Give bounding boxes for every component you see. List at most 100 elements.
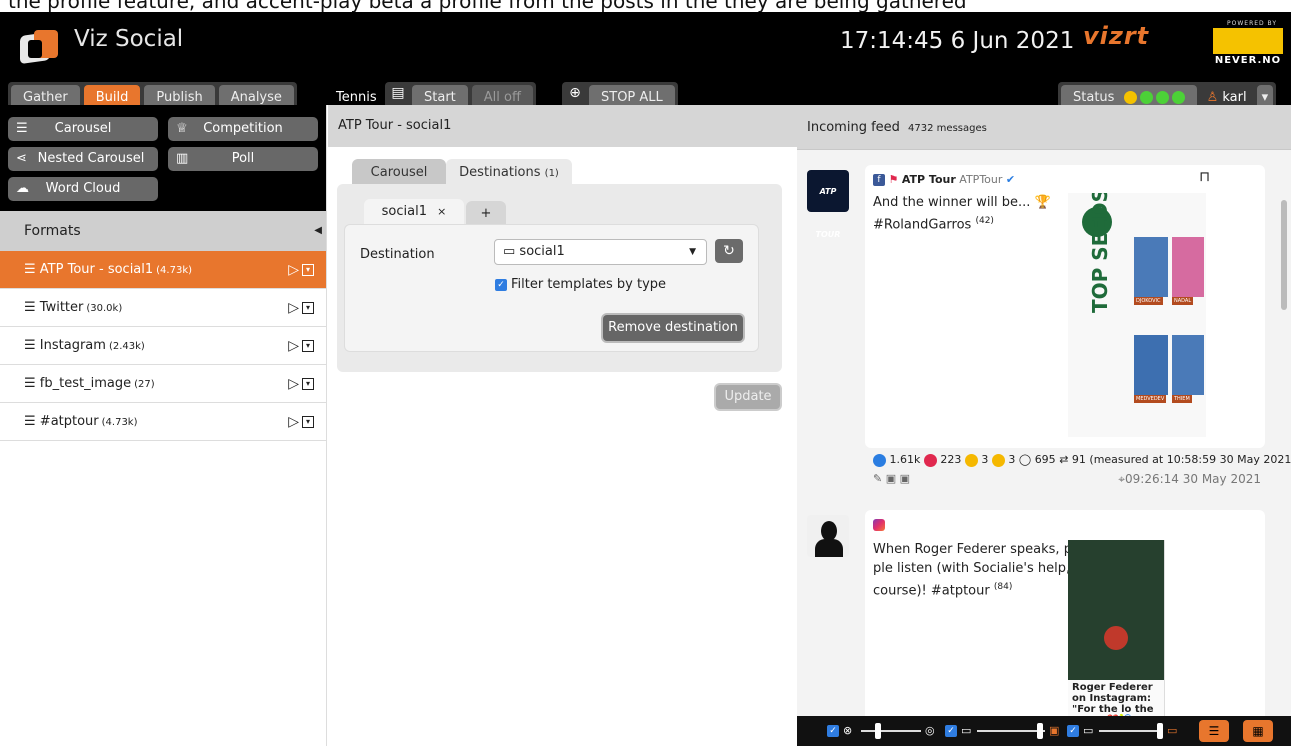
format-item[interactable]: ☰ Instagram (2.43k) ▷ ▾	[0, 327, 326, 365]
image-icon[interactable]: ▣	[886, 472, 896, 485]
update-button[interactable]: Update	[716, 385, 780, 409]
checkbox-checked-icon[interactable]: ✓	[495, 278, 507, 291]
plus-icon: +	[480, 206, 492, 221]
tab-destinations[interactable]: Destinations (1)	[446, 159, 572, 187]
post-score: (42)	[975, 216, 994, 226]
play-icon[interactable]: ▷	[288, 300, 299, 316]
card-view-button[interactable]: ▦	[1243, 720, 1273, 742]
like-icon	[873, 453, 886, 467]
status-dot-green-icon	[1139, 91, 1153, 104]
format-item[interactable]: ☰ Twitter (30.0k) ▷ ▾	[0, 289, 326, 327]
video-size-slider[interactable]	[1099, 730, 1161, 732]
player-name: NADAL	[1172, 297, 1194, 305]
slider-handle[interactable]	[875, 723, 881, 739]
player-photo	[1134, 237, 1168, 297]
refresh-button[interactable]: ↻	[715, 239, 743, 263]
type-word-cloud-button[interactable]: ☁ Word Cloud	[8, 177, 158, 201]
post-time: ⌖09:26:14 30 May 2021	[1118, 472, 1261, 487]
tennis-court-photo	[1068, 540, 1164, 680]
remove-destination-button[interactable]: Remove destination	[603, 315, 743, 341]
refresh-icon: ↻	[723, 243, 735, 259]
type-poll-label: Poll	[231, 151, 255, 166]
type-carousel-button[interactable]: ☰ Carousel	[8, 117, 158, 141]
format-count: (2.43k)	[108, 341, 145, 352]
close-icon[interactable]: ×	[437, 205, 446, 218]
video-large-icon: ▭	[1167, 724, 1178, 737]
post-score: (84)	[993, 582, 1013, 592]
post-image[interactable]: TOP SEEDS DJOKOVIC NADAL MEDVEDEV THIEM	[1068, 193, 1206, 437]
play-icon[interactable]: ▷	[288, 262, 299, 278]
bookmark-icon[interactable]: ⊓	[1199, 169, 1210, 185]
dropdown-icon[interactable]: ▾	[302, 416, 314, 428]
app-header: Viz Social 17:14:45 6 Jun 2021 vizrt POW…	[0, 12, 1291, 114]
chevron-down-icon: ▼	[689, 247, 696, 257]
avatar-size-slider[interactable]	[861, 730, 921, 732]
toggle-images-checkbox[interactable]: ✓ ▭	[945, 724, 971, 737]
edit-icon[interactable]: ✎	[873, 472, 882, 485]
format-name: Twitter	[39, 300, 84, 315]
feed-post[interactable]: When Roger Federer speaks, peo- ple list…	[865, 510, 1265, 716]
toggle-video-checkbox[interactable]: ✓ ▭	[1067, 724, 1093, 737]
type-nested-carousel-label: Nested Carousel	[37, 151, 145, 166]
feed-scrollbar[interactable]	[1281, 200, 1287, 310]
status-label: Status	[1073, 90, 1115, 105]
post-author: ATP Tour	[901, 173, 956, 186]
destination-select[interactable]: ▭ social1 ▼	[494, 239, 707, 265]
images-icon[interactable]: ▣	[900, 472, 910, 485]
image-small-icon: ▭	[961, 724, 972, 737]
list-icon: ☰	[24, 414, 40, 429]
avatar[interactable]: ATP TOUR	[807, 170, 849, 239]
type-competition-button[interactable]: ♕ Competition	[168, 117, 318, 141]
likes-count: 1.61k	[889, 453, 921, 466]
clock: 17:14:45 6 Jun 2021	[840, 28, 1075, 54]
feed-post[interactable]: f ⚑ ATP Tour ATPTour ✔ ⊓ And the winner …	[865, 165, 1291, 467]
left-sidebar: ☰ Carousel ♕ Competition ⋖ Nested Carous…	[0, 105, 327, 746]
feed-list[interactable]: ATP TOUR f ⚑ ATP Tour ATPTour ✔ ⊓ And th…	[797, 150, 1291, 716]
player-photo	[1172, 237, 1204, 297]
image-caption: Roger Federer on Instagram: "For the lo …	[1072, 682, 1154, 716]
retweet-icon: ⇄	[1059, 453, 1069, 466]
play-icon[interactable]: ▷	[288, 414, 299, 430]
post-text: And the winner will be... 🏆 #RolandGarro…	[873, 193, 1051, 234]
collapse-arrow-icon[interactable]: ◀	[314, 211, 322, 251]
play-icon[interactable]: ▷	[288, 376, 299, 392]
user-icon: ♙	[1206, 90, 1219, 105]
formats-header[interactable]: Formats ◀	[0, 211, 326, 251]
vizrt-logo: vizrt	[1083, 22, 1150, 50]
play-icon[interactable]: ▷	[288, 338, 299, 354]
dropdown-icon[interactable]: ▾	[302, 340, 314, 352]
post-image[interactable]: Roger Federer on Instagram: "For the lo …	[1068, 540, 1260, 716]
avatar[interactable]	[807, 515, 849, 557]
feed-toolbar: ✓ ⊗ ◎ ✓ ▭ ▣ ✓ ▭ ▭ ☰ ▦	[797, 716, 1291, 746]
dropdown-icon[interactable]: ▾	[302, 302, 314, 314]
loves-count: 223	[940, 453, 962, 466]
dropdown-icon[interactable]: ▾	[302, 264, 314, 276]
player-name: MEDVEDEV	[1134, 395, 1167, 403]
list-icon: ☰	[24, 338, 40, 353]
list-view-button[interactable]: ☰	[1199, 720, 1229, 742]
editor-title: ATP Tour - social1	[328, 105, 797, 147]
status-dot-green-icon	[1155, 91, 1169, 104]
image-size-slider[interactable]	[977, 730, 1045, 732]
user-name: karl	[1222, 90, 1247, 105]
format-item[interactable]: ☰ fb_test_image (27) ▷ ▾	[0, 365, 326, 403]
slider-handle[interactable]	[1157, 723, 1163, 739]
dropdown-icon[interactable]: ▾	[302, 378, 314, 390]
instagram-icon	[873, 519, 885, 531]
destination-tab-social1[interactable]: social1 ×	[364, 199, 464, 225]
comment-icon: ◯	[1018, 453, 1032, 466]
image-large-icon: ▣	[1049, 724, 1060, 737]
type-poll-button[interactable]: ▥ Poll	[168, 147, 318, 171]
tab-destinations-count: (1)	[544, 168, 559, 179]
tab-carousel[interactable]: Carousel	[352, 159, 446, 187]
filter-templates-checkbox[interactable]: ✓ Filter templates by type	[495, 277, 666, 292]
format-item[interactable]: ☰ ATP Tour - social1 (4.73k) ▷ ▾	[0, 251, 326, 289]
top-caption: the profile feature, and accent-play bet…	[0, 0, 1291, 12]
format-count: (4.73k)	[156, 265, 193, 276]
type-nested-carousel-button[interactable]: ⋖ Nested Carousel	[8, 147, 158, 171]
slider-handle[interactable]	[1037, 723, 1043, 739]
checkbox-checked-icon: ✓	[1067, 725, 1079, 737]
format-item[interactable]: ☰ #atptour (4.73k) ▷ ▾	[0, 403, 326, 441]
avatar-text: ATP TOUR	[815, 187, 841, 239]
toggle-avatars-checkbox[interactable]: ✓ ⊗	[827, 724, 852, 737]
